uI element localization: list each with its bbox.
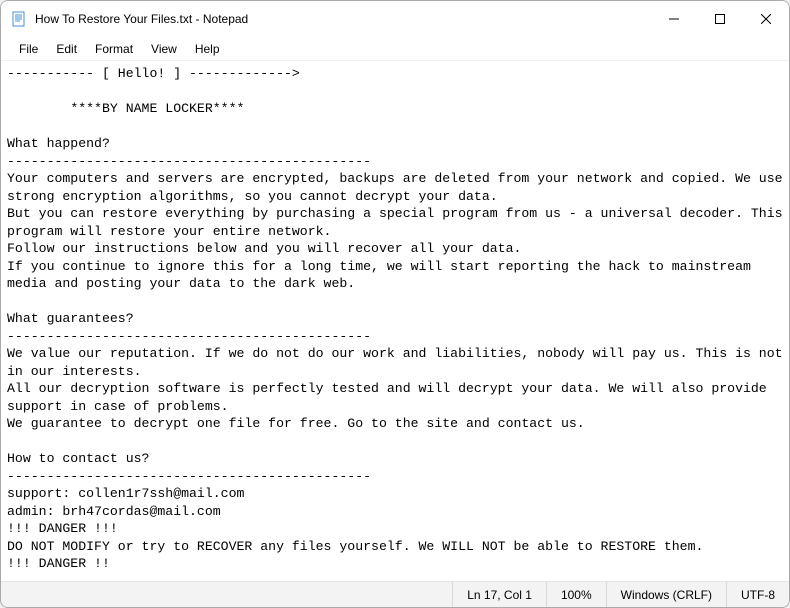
status-lineending: Windows (CRLF)	[606, 582, 726, 607]
menu-file[interactable]: File	[11, 39, 46, 59]
menu-format[interactable]: Format	[87, 39, 141, 59]
menubar: File Edit Format View Help	[1, 37, 789, 61]
menu-edit[interactable]: Edit	[48, 39, 85, 59]
status-zoom: 100%	[546, 582, 606, 607]
titlebar: How To Restore Your Files.txt - Notepad	[1, 1, 789, 37]
menu-view[interactable]: View	[143, 39, 185, 59]
close-button[interactable]	[743, 1, 789, 37]
status-position: Ln 17, Col 1	[452, 582, 546, 607]
text-editor[interactable]: ----------- [ Hello! ] -------------> **…	[1, 61, 789, 581]
window-title: How To Restore Your Files.txt - Notepad	[35, 12, 651, 26]
status-encoding: UTF-8	[726, 582, 789, 607]
maximize-button[interactable]	[697, 1, 743, 37]
statusbar: Ln 17, Col 1 100% Windows (CRLF) UTF-8	[1, 581, 789, 607]
notepad-icon	[11, 11, 27, 27]
notepad-window: How To Restore Your Files.txt - Notepad …	[0, 0, 790, 608]
minimize-button[interactable]	[651, 1, 697, 37]
window-controls	[651, 1, 789, 37]
menu-help[interactable]: Help	[187, 39, 228, 59]
